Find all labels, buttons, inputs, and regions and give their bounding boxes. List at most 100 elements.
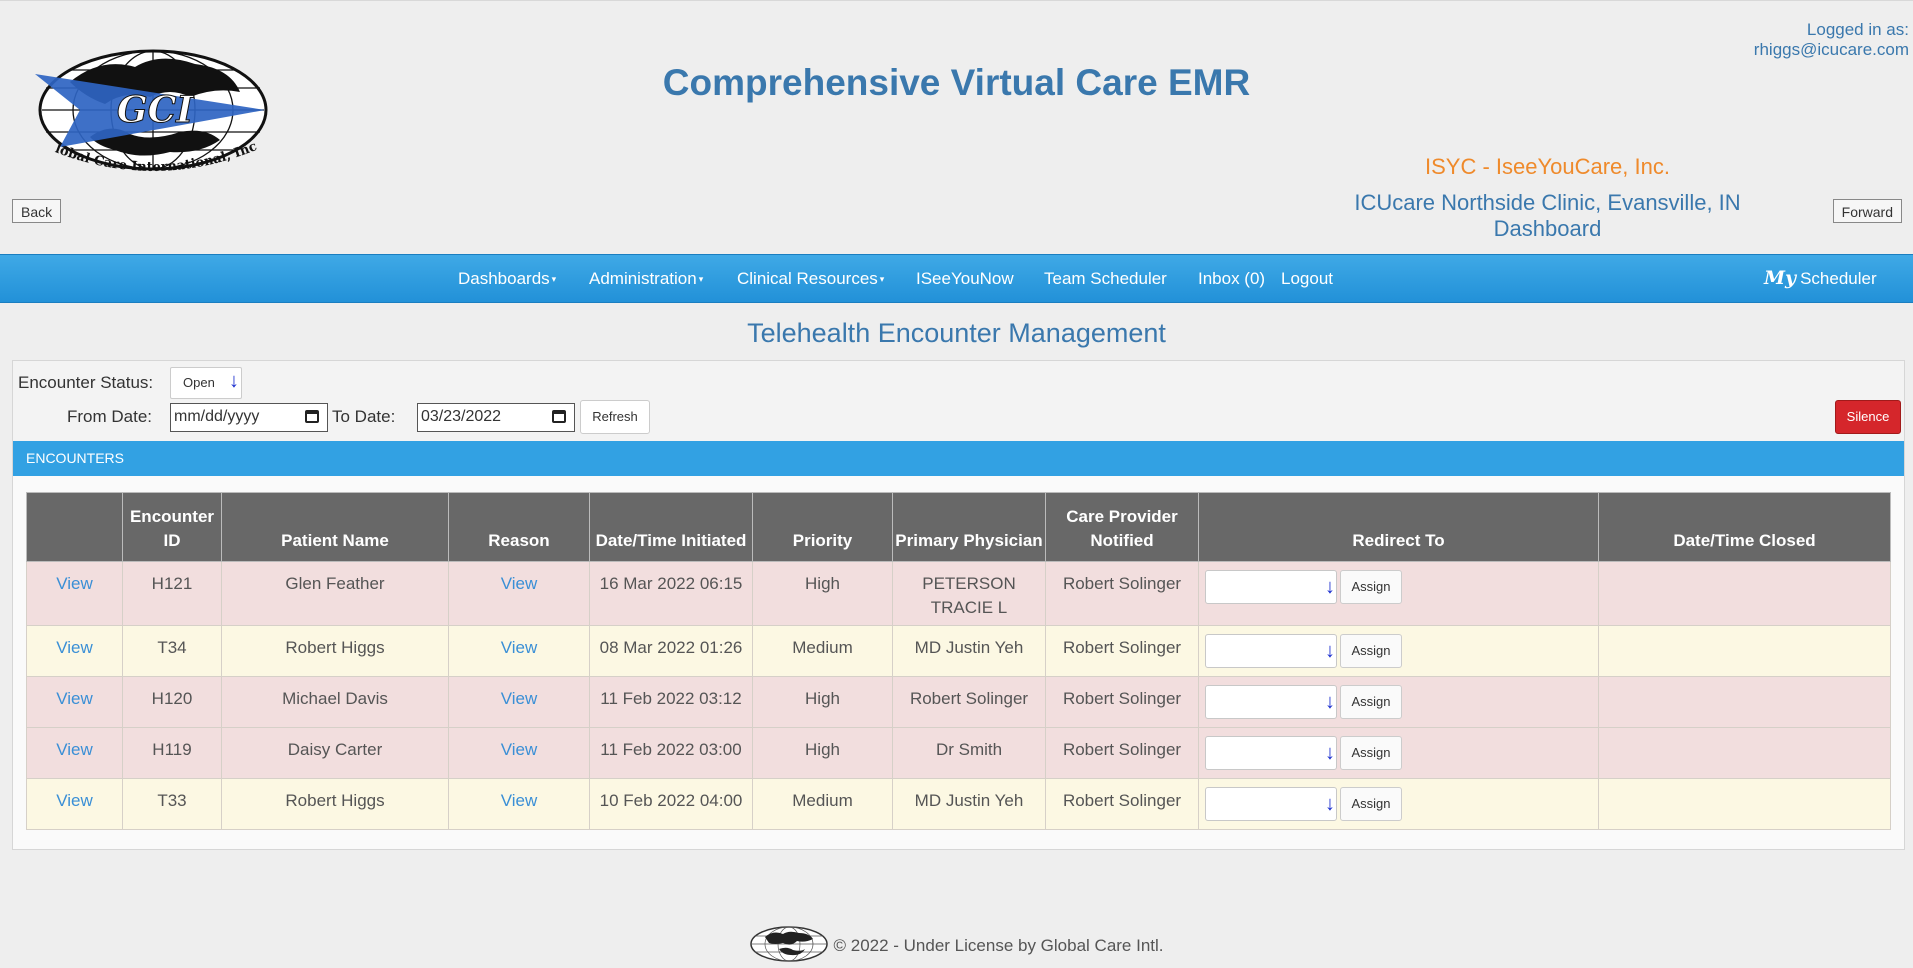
silence-button[interactable]: Silence bbox=[1835, 400, 1901, 434]
primary-physician: MD Justin Yeh bbox=[892, 625, 1046, 677]
caret-down-icon: ▾ bbox=[551, 274, 557, 285]
column-header: Reason bbox=[448, 492, 590, 562]
encounter-status-select[interactable]: Open ↓ bbox=[170, 367, 242, 399]
logged-in-user: rhiggs@icucare.com bbox=[1753, 40, 1909, 59]
assign-button[interactable]: Assign bbox=[1340, 685, 1402, 719]
redirect-select[interactable]: ↓ bbox=[1205, 736, 1337, 770]
globe-icon bbox=[749, 925, 829, 968]
assign-button[interactable]: Assign bbox=[1340, 787, 1402, 821]
care-provider: Robert Solinger bbox=[1045, 625, 1199, 677]
from-date-label: From Date: bbox=[67, 407, 153, 426]
patient-name: Glen Feather bbox=[221, 561, 449, 626]
arrow-down-icon: ↓ bbox=[1325, 742, 1335, 764]
primary-physician: PETERSON TRACIE L bbox=[892, 561, 1046, 626]
primary-physician: Dr Smith bbox=[892, 727, 1046, 779]
view-encounter-link[interactable]: View bbox=[56, 791, 93, 810]
column-header: Date/Time Closed bbox=[1598, 492, 1891, 562]
nav-dashboards[interactable]: Dashboards ▾ bbox=[458, 255, 556, 302]
arrow-down-icon: ↓ bbox=[1325, 576, 1335, 598]
care-provider: Robert Solinger bbox=[1045, 676, 1199, 728]
nav-inbox[interactable]: Inbox (0) bbox=[1198, 255, 1265, 302]
clinic-info: ICUcare Northside Clinic, Evansville, IN… bbox=[1330, 190, 1765, 242]
nav-my-scheduler[interactable]: My Scheduler bbox=[1764, 255, 1877, 302]
forward-button[interactable]: Forward bbox=[1832, 199, 1902, 223]
date-closed bbox=[1598, 625, 1891, 677]
arrow-down-icon: ↓ bbox=[229, 370, 239, 392]
assign-button[interactable]: Assign bbox=[1340, 634, 1402, 668]
date-initiated: 16 Mar 2022 06:15 bbox=[589, 561, 753, 626]
redirect-select[interactable]: ↓ bbox=[1205, 570, 1337, 604]
assign-button[interactable]: Assign bbox=[1340, 570, 1402, 604]
date-closed bbox=[1598, 676, 1891, 728]
encounters-section-header: ENCOUNTERS bbox=[13, 441, 1904, 476]
encounter-id: T33 bbox=[122, 778, 222, 830]
view-reason-link[interactable]: View bbox=[501, 689, 538, 708]
care-provider: Robert Solinger bbox=[1045, 561, 1199, 626]
encounter-id: H121 bbox=[122, 561, 222, 626]
patient-name: Robert Higgs bbox=[221, 625, 449, 677]
nav-logout[interactable]: Logout bbox=[1281, 255, 1333, 302]
view-reason-link[interactable]: View bbox=[501, 574, 538, 593]
logged-in-info: Logged in as: rhiggs@icucare.com bbox=[1754, 20, 1909, 60]
nav-administration[interactable]: Administration ▾ bbox=[589, 255, 703, 302]
back-button[interactable]: Back bbox=[12, 199, 62, 223]
logged-in-label: Logged in as: bbox=[1806, 20, 1909, 39]
column-header: Date/Time Initiated bbox=[589, 492, 753, 562]
date-initiated: 08 Mar 2022 01:26 bbox=[589, 625, 753, 677]
clinic-view: Dashboard bbox=[1493, 216, 1602, 241]
view-reason-link[interactable]: View bbox=[501, 638, 538, 657]
priority: High bbox=[752, 676, 893, 728]
to-date-input[interactable]: 03/23/2022 bbox=[417, 403, 575, 432]
org-name: ISYC - IseeYouCare, Inc. bbox=[1425, 154, 1670, 179]
main-navbar: Dashboards ▾ Administration ▾ Clinical Res… bbox=[0, 254, 1913, 303]
care-provider: Robert Solinger bbox=[1045, 778, 1199, 830]
refresh-button[interactable]: Refresh bbox=[580, 400, 650, 434]
footer-text: © 2022 - Under License by Global Care In… bbox=[833, 935, 1164, 955]
table-header-row: Encounter ID Patient Name Reason Date/Ti… bbox=[26, 492, 1891, 562]
view-reason-link[interactable]: View bbox=[501, 740, 538, 759]
view-encounter-link[interactable]: View bbox=[56, 574, 93, 593]
table-row: View H119 Daisy Carter View 11 Feb 2022 … bbox=[26, 727, 1891, 779]
nav-clinical-resources[interactable]: Clinical Resources ▾ bbox=[737, 255, 884, 302]
assign-button[interactable]: Assign bbox=[1340, 736, 1402, 770]
priority: Medium bbox=[752, 625, 893, 677]
caret-down-icon: ▾ bbox=[698, 274, 704, 285]
column-header bbox=[26, 492, 123, 562]
to-date-label: To Date: bbox=[332, 407, 396, 426]
calendar-icon[interactable] bbox=[305, 410, 319, 423]
care-provider: Robert Solinger bbox=[1045, 727, 1199, 779]
primary-physician: Robert Solinger bbox=[892, 676, 1046, 728]
column-header: Priority bbox=[752, 492, 893, 562]
column-header: Redirect To bbox=[1198, 492, 1599, 562]
view-encounter-link[interactable]: View bbox=[56, 638, 93, 657]
primary-physician: MD Justin Yeh bbox=[892, 778, 1046, 830]
date-closed bbox=[1598, 727, 1891, 779]
encounter-id: H120 bbox=[122, 676, 222, 728]
table-row: View T33 Robert Higgs View 10 Feb 2022 0… bbox=[26, 778, 1891, 830]
redirect-select[interactable]: ↓ bbox=[1205, 634, 1337, 668]
footer: © 2022 - Under License by Global Care In… bbox=[0, 925, 1913, 968]
redirect-select[interactable]: ↓ bbox=[1205, 685, 1337, 719]
date-initiated: 10 Feb 2022 04:00 bbox=[589, 778, 753, 830]
from-date-input[interactable]: mm/dd/yyyy bbox=[170, 403, 328, 432]
redirect-select[interactable]: ↓ bbox=[1205, 787, 1337, 821]
table-row: View H121 Glen Feather View 16 Mar 2022 … bbox=[26, 561, 1891, 626]
date-initiated: 11 Feb 2022 03:00 bbox=[589, 727, 753, 779]
view-reason-link[interactable]: View bbox=[501, 791, 538, 810]
patient-name: Michael Davis bbox=[221, 676, 449, 728]
view-encounter-link[interactable]: View bbox=[56, 740, 93, 759]
column-header: Encounter ID bbox=[122, 492, 222, 562]
caret-down-icon: ▾ bbox=[879, 274, 885, 285]
priority: High bbox=[752, 727, 893, 779]
column-header: Care Provider Notified bbox=[1045, 492, 1199, 562]
column-header: Patient Name bbox=[221, 492, 449, 562]
table-row: View T34 Robert Higgs View 08 Mar 2022 0… bbox=[26, 625, 1891, 677]
encounter-id: T34 bbox=[122, 625, 222, 677]
nav-team-scheduler[interactable]: Team Scheduler bbox=[1044, 255, 1167, 302]
nav-iseeyounow[interactable]: ISeeYouNow bbox=[916, 255, 1014, 302]
calendar-icon[interactable] bbox=[552, 410, 566, 423]
page-title: Telehealth Encounter Management bbox=[747, 318, 1166, 348]
arrow-down-icon: ↓ bbox=[1325, 793, 1335, 815]
view-encounter-link[interactable]: View bbox=[56, 689, 93, 708]
date-closed bbox=[1598, 778, 1891, 830]
